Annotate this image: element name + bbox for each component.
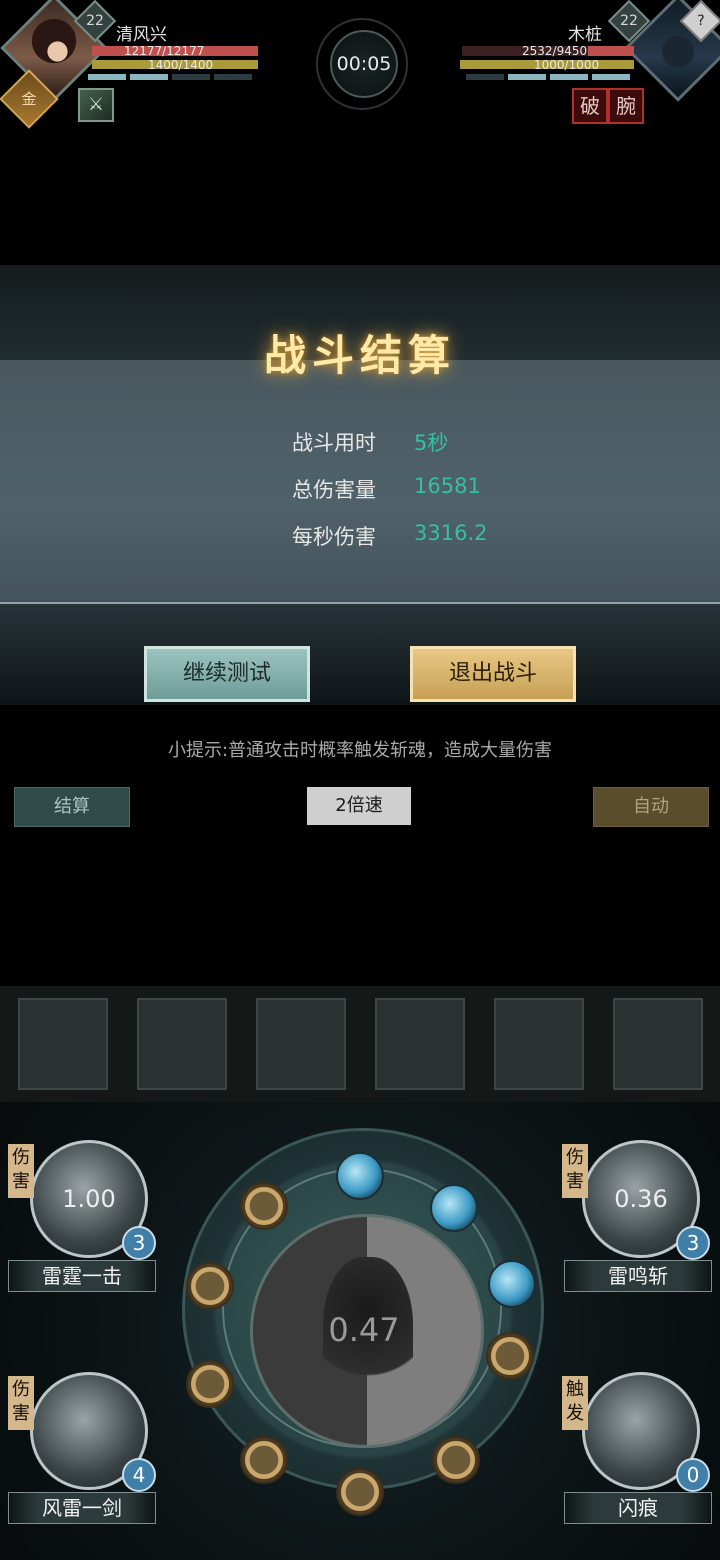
result-title: 战斗结算: [263, 331, 456, 380]
skill-wind-thunder-sword-name: 风雷一剑: [8, 1492, 156, 1524]
stat-label-dps: 每秒伤害: [292, 525, 376, 549]
skill-thunder-strike-name: 雷霆一击: [8, 1260, 156, 1292]
enemy-hp-text: 2532/9450: [522, 44, 588, 58]
energy-orb-3: [488, 1260, 536, 1308]
debuff-break-icon[interactable]: 破: [572, 88, 608, 124]
speed-button[interactable]: 2倍速: [307, 787, 411, 825]
item-slot-6[interactable]: [613, 998, 703, 1090]
energy-orb-1: [336, 1152, 384, 1200]
skill-thunder-slash-count: 3: [676, 1226, 710, 1260]
stat-label-duration: 战斗用时: [292, 431, 376, 455]
energy-orb-2: [430, 1184, 478, 1232]
stat-value-dps: 3316.2: [414, 521, 488, 545]
skill-thunder-strike-tag: 伤害: [8, 1144, 34, 1198]
item-slot-bar: [0, 986, 720, 1102]
item-slot-4[interactable]: [375, 998, 465, 1090]
stat-value-duration: 5秒: [414, 431, 449, 455]
item-slot-5[interactable]: [494, 998, 584, 1090]
skill-flash-mark-name: 闪痕: [564, 1492, 712, 1524]
main-attack-button[interactable]: 0.47: [250, 1214, 484, 1448]
skill-thunder-slash-name: 雷鸣斩: [564, 1260, 712, 1292]
energy-orb-7: [240, 1436, 288, 1484]
sword-icon[interactable]: ⚔: [78, 88, 114, 122]
player-name: 清风兴: [116, 25, 167, 45]
energy-orb-8: [186, 1360, 234, 1408]
skill-wind-thunder-sword-count: 4: [122, 1458, 156, 1492]
settle-button[interactable]: 结算: [14, 787, 130, 827]
debuff-wrist-icon[interactable]: 腕: [608, 88, 644, 124]
skill-wind-thunder-sword-tag: 伤害: [8, 1376, 34, 1430]
skill-thunder-strike-count: 3: [122, 1226, 156, 1260]
battle-timer: 00:05: [330, 30, 398, 98]
item-slot-3[interactable]: [256, 998, 346, 1090]
stat-label-total-damage: 总伤害量: [292, 478, 376, 502]
tip-text: 小提示:普通攻击时概率触发斩魂，造成大量伤害: [167, 740, 553, 761]
enemy-mp-text: 1000/1000: [534, 58, 600, 72]
energy-orb-6: [336, 1468, 384, 1516]
player-hp-text: 12177/12177: [124, 44, 205, 58]
skill-flash-mark-count: 0: [676, 1458, 710, 1492]
energy-orb-4: [486, 1332, 534, 1380]
continue-test-button[interactable]: 继续测试: [144, 646, 310, 702]
auto-button[interactable]: 自动: [593, 787, 709, 827]
exit-battle-button[interactable]: 退出战斗: [410, 646, 576, 702]
skill-flash-mark-tag: 触发: [562, 1376, 588, 1430]
skill-thunder-slash-tag: 伤害: [562, 1144, 588, 1198]
item-slot-2[interactable]: [137, 998, 227, 1090]
stat-value-total-damage: 16581: [414, 474, 481, 498]
energy-orb-9: [186, 1262, 234, 1310]
enemy-hp-bar: [588, 46, 634, 56]
item-slot-1[interactable]: [18, 998, 108, 1090]
energy-orb-5: [432, 1436, 480, 1484]
player-mp-text: 1400/1400: [148, 58, 214, 72]
energy-orb-10: [240, 1182, 288, 1230]
main-attack-cooldown: 0.47: [328, 1311, 400, 1349]
enemy-name: 木桩: [568, 25, 602, 45]
